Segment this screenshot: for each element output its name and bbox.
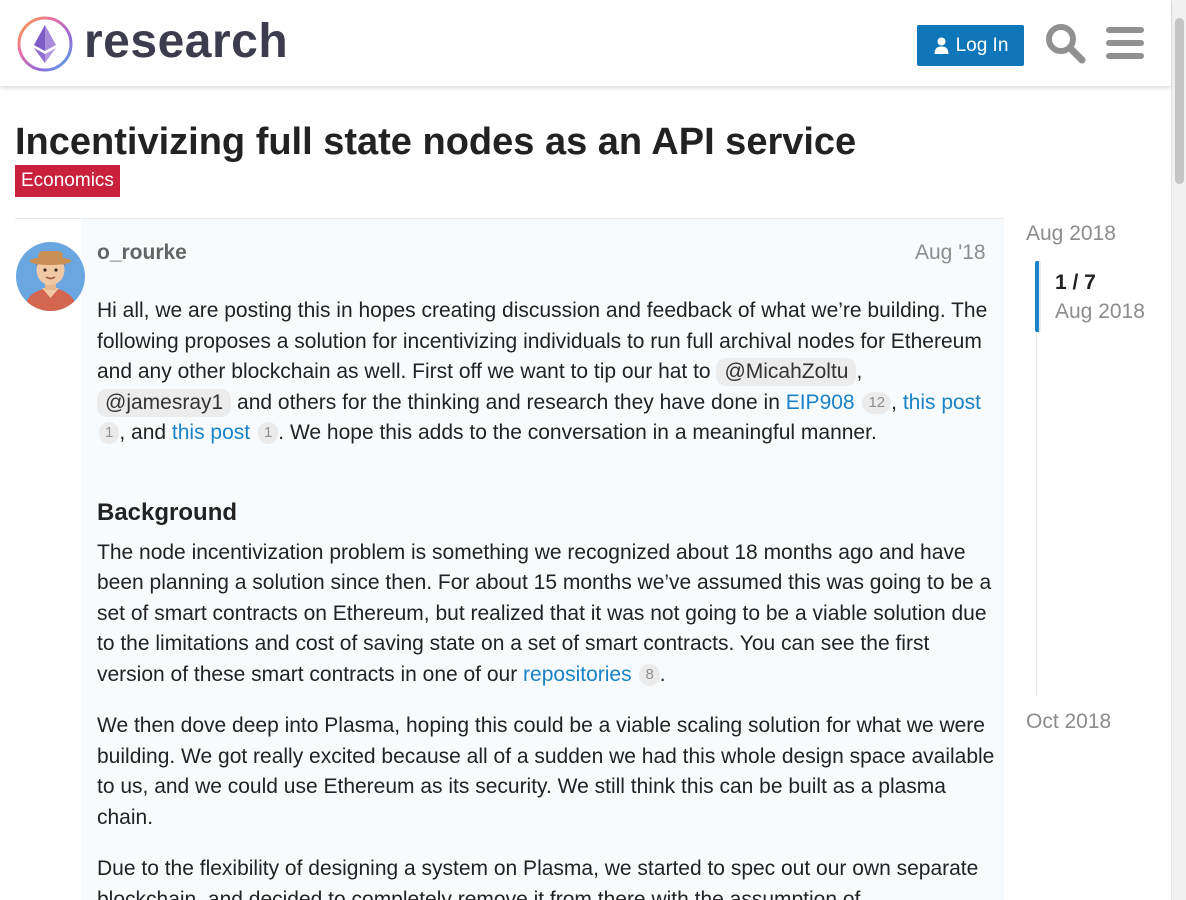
login-button[interactable]: Log In bbox=[917, 25, 1024, 66]
site-logo-text[interactable]: research bbox=[84, 14, 288, 70]
link-click-count: 12 bbox=[862, 391, 892, 414]
text: and others for the thinking and research… bbox=[231, 390, 786, 414]
scrollbar-thumb[interactable] bbox=[1175, 18, 1184, 184]
post-paragraph: The node incentivization problem is some… bbox=[97, 538, 997, 691]
post-link[interactable]: repositories bbox=[523, 663, 632, 686]
user-mention[interactable]: @jamesray1 bbox=[97, 388, 232, 417]
section-heading: Background bbox=[97, 498, 238, 526]
post-link[interactable]: EIP908 bbox=[786, 391, 855, 414]
post-username[interactable]: o_rourke bbox=[97, 240, 187, 266]
link-click-count: 1 bbox=[257, 422, 279, 444]
category-badge[interactable]: Economics bbox=[15, 165, 120, 197]
post-link[interactable]: this post bbox=[172, 421, 250, 444]
text: , bbox=[891, 390, 903, 414]
timeline-position-date: Aug 2018 bbox=[1055, 300, 1145, 323]
page-scrollbar[interactable] bbox=[1171, 0, 1186, 900]
post-paragraph: Due to the flexibility of designing a sy… bbox=[97, 857, 979, 900]
post-date[interactable]: Aug '18 bbox=[915, 240, 986, 266]
hamburger-menu-icon[interactable] bbox=[1106, 26, 1144, 60]
timeline-end-date[interactable]: Oct 2018 bbox=[1026, 709, 1111, 735]
link-click-count: 1 bbox=[99, 422, 120, 444]
timeline-position: 1 / 7 bbox=[1055, 271, 1096, 294]
text: , and bbox=[119, 421, 172, 444]
post-paragraph: We then dove deep into Plasma, hoping th… bbox=[97, 714, 995, 829]
timeline-start-date[interactable]: Aug 2018 bbox=[1026, 221, 1116, 247]
text: . We hope this adds to the conversation … bbox=[278, 421, 877, 444]
search-icon[interactable] bbox=[1044, 22, 1086, 64]
user-icon bbox=[934, 37, 949, 54]
avatar[interactable] bbox=[16, 242, 85, 311]
post-paragraph: Hi all, we are posting this in hopes cre… bbox=[97, 296, 997, 449]
link-click-count: 8 bbox=[639, 663, 660, 686]
login-label: Log In bbox=[955, 34, 1009, 56]
user-mention[interactable]: @MicahZoltu bbox=[716, 358, 857, 386]
text: , bbox=[856, 360, 863, 383]
topic-title[interactable]: Incentivizing full state nodes as an API… bbox=[15, 119, 856, 165]
post-content: Hi all, we are posting this in hopes cre… bbox=[97, 296, 997, 900]
text: . bbox=[659, 662, 666, 686]
site-header: research Log In bbox=[0, 0, 1171, 87]
ethereum-research-logo-icon[interactable] bbox=[16, 15, 74, 73]
post-link[interactable]: this post bbox=[903, 391, 981, 414]
timeline-scroller-handle[interactable] bbox=[1035, 261, 1041, 332]
